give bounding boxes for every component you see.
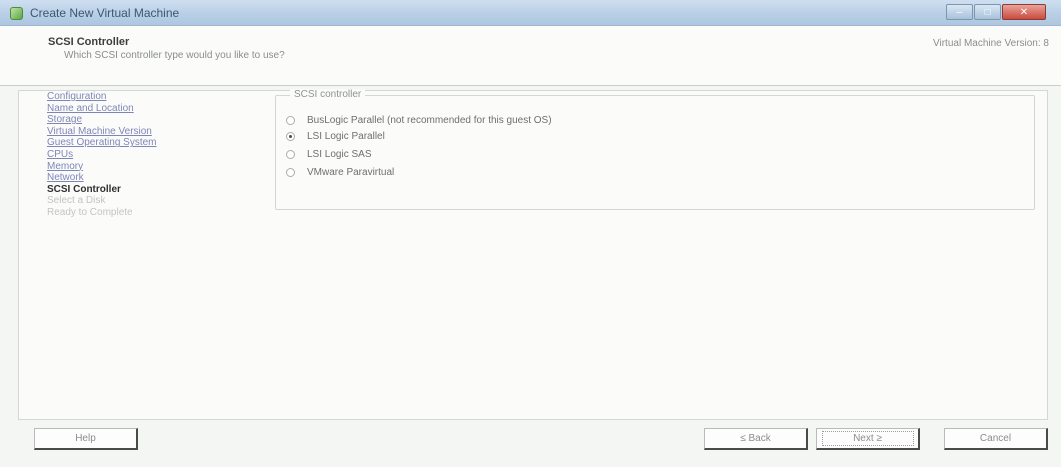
radio-buslogic-parallel[interactable] — [286, 115, 295, 125]
page-title: SCSI Controller — [48, 36, 130, 48]
maximize-icon: □ — [984, 6, 991, 18]
vm-version-label: Virtual Machine Version: 8 — [933, 38, 1049, 49]
step-guest-os[interactable]: Guest Operating System — [47, 137, 247, 149]
step-memory[interactable]: Memory — [47, 161, 247, 173]
maximize-button[interactable]: □ — [974, 4, 1001, 20]
option-label: VMware Paravirtual — [307, 166, 395, 178]
help-label: Help — [75, 433, 96, 444]
minimize-button[interactable]: – — [946, 4, 973, 20]
option-vmware-paravirtual[interactable]: VMware Paravirtual — [286, 164, 394, 180]
step-configuration[interactable]: Configuration — [47, 91, 247, 103]
step-scsi-controller: SCSI Controller — [47, 183, 121, 195]
cancel-button[interactable]: Cancel — [944, 428, 1048, 450]
option-label: LSI Logic Parallel — [307, 130, 385, 142]
close-icon: ✕ — [1019, 6, 1029, 18]
radio-lsi-logic-sas[interactable] — [286, 149, 295, 159]
window-title: Create New Virtual Machine — [30, 6, 180, 20]
minimize-icon: – — [956, 6, 963, 18]
option-lsi-logic-parallel[interactable]: LSI Logic Parallel — [286, 128, 385, 144]
next-label: Next ≥ — [853, 433, 882, 444]
help-button[interactable]: Help — [34, 428, 138, 450]
option-buslogic-parallel[interactable]: BusLogic Parallel (not recommended for t… — [286, 112, 552, 128]
group-legend: SCSI controller — [290, 89, 366, 100]
back-label: ≤ Back — [740, 433, 771, 444]
title-bar: Create New Virtual Machine – □ ✕ — [0, 0, 1061, 26]
radio-vmware-paravirtual[interactable] — [286, 167, 295, 177]
next-focus-ring: Next ≥ — [821, 431, 914, 446]
wizard-header: SCSI Controller Which SCSI controller ty… — [0, 26, 1061, 86]
step-ready-to-complete: Ready to Complete — [47, 206, 133, 218]
step-name-and-location[interactable]: Name and Location — [47, 103, 247, 115]
step-storage[interactable]: Storage — [47, 114, 247, 126]
radio-lsi-logic-parallel[interactable] — [286, 131, 295, 141]
vsphere-app-icon — [10, 7, 23, 20]
step-cpus[interactable]: CPUs — [47, 149, 247, 161]
step-select-disk: Select a Disk — [47, 195, 106, 207]
step-network[interactable]: Network — [47, 172, 247, 184]
back-button[interactable]: ≤ Back — [704, 428, 808, 450]
close-button[interactable]: ✕ — [1002, 4, 1046, 20]
option-lsi-logic-sas[interactable]: LSI Logic SAS — [286, 146, 371, 162]
option-label: LSI Logic SAS — [307, 148, 372, 160]
step-vm-version[interactable]: Virtual Machine Version — [47, 126, 247, 138]
next-button[interactable]: Next ≥ — [816, 428, 920, 450]
steps-nav: Configuration Name and Location Storage … — [47, 91, 247, 219]
option-label: BusLogic Parallel (not recommended for t… — [307, 114, 552, 126]
page-subtitle: Which SCSI controller type would you lik… — [64, 50, 285, 61]
scsi-controller-group: SCSI controller BusLogic Parallel (not r… — [275, 89, 1035, 210]
cancel-label: Cancel — [979, 433, 1012, 444]
